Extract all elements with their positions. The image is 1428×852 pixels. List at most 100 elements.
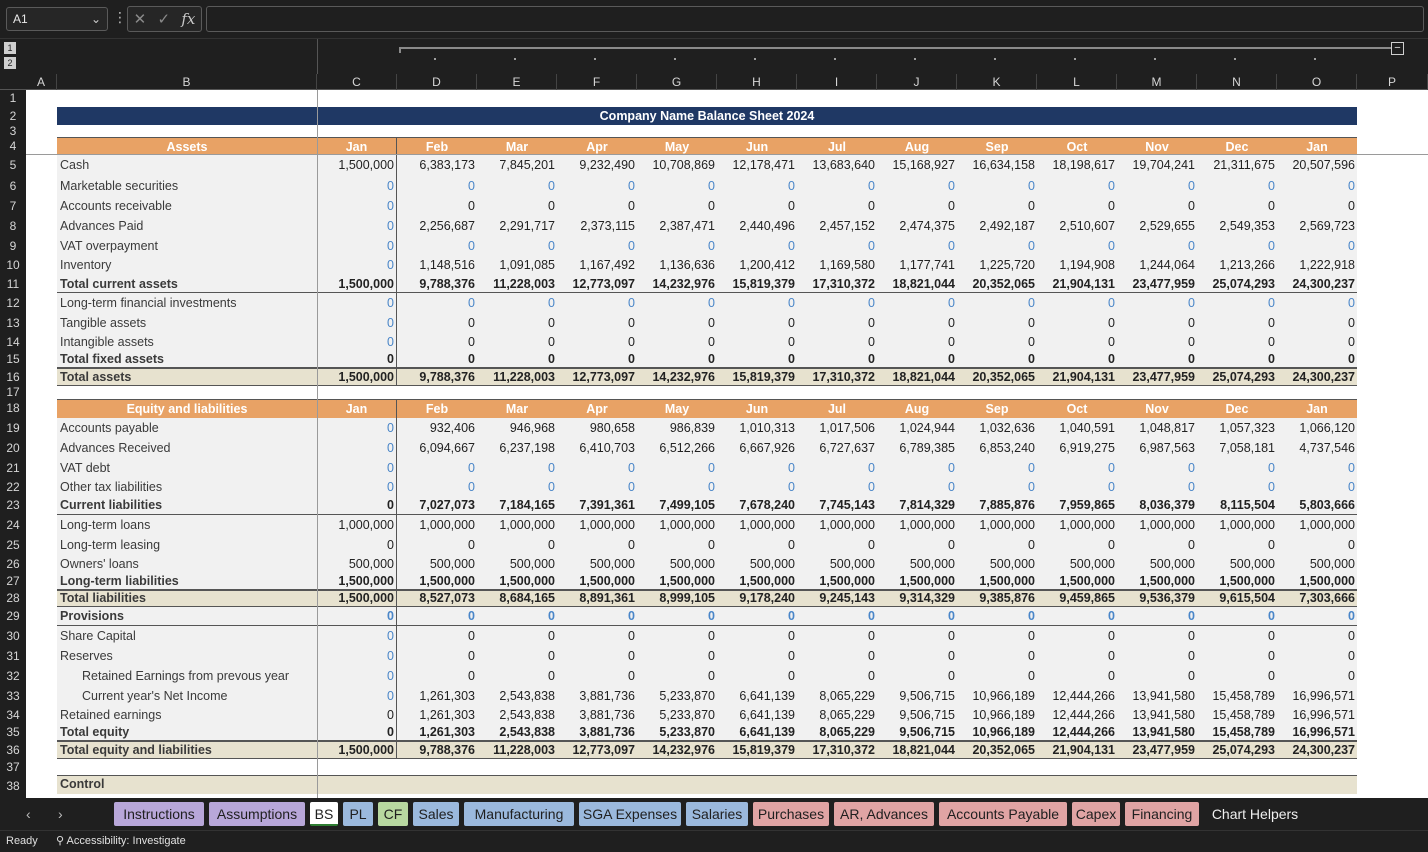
value-cell[interactable]: 0 [1277, 646, 1357, 666]
value-cell[interactable]: 0 [717, 313, 797, 333]
column-header-l[interactable]: L [1037, 74, 1117, 90]
value-cell[interactable]: 6,383,173 [397, 155, 477, 176]
value-cell[interactable]: 1,000,000 [797, 515, 877, 535]
value-cell[interactable]: 8,115,504 [1197, 496, 1277, 515]
value-cell[interactable]: 986,839 [637, 418, 717, 438]
value-cell[interactable]: 6,641,139 [717, 724, 797, 741]
value-cell[interactable]: 0 [397, 196, 477, 216]
value-cell[interactable]: 0 [317, 216, 397, 236]
value-cell[interactable]: 13,941,580 [1117, 706, 1197, 724]
value-cell[interactable]: 0 [1037, 313, 1117, 333]
value-cell[interactable]: 7,845,201 [477, 155, 557, 176]
sheet-tab-sales[interactable]: Sales [413, 802, 459, 826]
column-header-n[interactable]: N [1197, 74, 1277, 90]
row-header[interactable]: 3 [0, 125, 26, 137]
value-cell[interactable]: 0 [397, 236, 477, 256]
value-cell[interactable]: 8,999,105 [637, 590, 717, 607]
value-cell[interactable]: 8,891,361 [557, 590, 637, 607]
value-cell[interactable]: 18,821,044 [877, 741, 957, 759]
row-header[interactable]: 5 [0, 155, 26, 176]
value-cell[interactable]: 0 [1037, 478, 1117, 496]
value-cell[interactable]: 0 [637, 351, 717, 368]
value-cell[interactable]: 0 [477, 351, 557, 368]
value-cell[interactable]: 24,300,237 [1277, 741, 1357, 759]
value-cell[interactable]: 0 [957, 535, 1037, 555]
value-cell[interactable]: 0 [1197, 646, 1277, 666]
value-cell[interactable]: 0 [557, 607, 637, 626]
value-cell[interactable]: 2,387,471 [637, 216, 717, 236]
value-cell[interactable]: 0 [1197, 293, 1277, 313]
value-cell[interactable]: 16,996,571 [1277, 706, 1357, 724]
value-cell[interactable]: 1,010,313 [717, 418, 797, 438]
value-cell[interactable]: 1,177,741 [877, 256, 957, 275]
value-cell[interactable]: 0 [1117, 333, 1197, 351]
value-cell[interactable]: 0 [317, 351, 397, 368]
value-cell[interactable]: 0 [797, 313, 877, 333]
value-cell[interactable]: 5,233,870 [637, 706, 717, 724]
row-header[interactable]: 6 [0, 176, 26, 196]
value-cell[interactable]: 0 [957, 313, 1037, 333]
value-cell[interactable]: 0 [957, 646, 1037, 666]
value-cell[interactable]: 1,500,000 [1037, 573, 1117, 590]
value-cell[interactable]: 0 [717, 333, 797, 351]
value-cell[interactable]: 0 [397, 666, 477, 686]
value-cell[interactable]: 2,457,152 [797, 216, 877, 236]
value-cell[interactable]: 0 [477, 333, 557, 351]
value-cell[interactable]: 1,500,000 [557, 573, 637, 590]
value-cell[interactable]: 6,641,139 [717, 706, 797, 724]
value-cell[interactable]: 6,410,703 [557, 438, 637, 458]
accessibility-status[interactable]: ⚲ Accessibility: Investigate [56, 831, 186, 852]
value-cell[interactable]: 0 [557, 458, 637, 478]
value-cell[interactable]: 0 [877, 333, 957, 351]
value-cell[interactable]: 0 [877, 236, 957, 256]
value-cell[interactable]: 0 [1277, 176, 1357, 196]
value-cell[interactable]: 0 [557, 333, 637, 351]
value-cell[interactable]: 2,529,655 [1117, 216, 1197, 236]
value-cell[interactable]: 0 [797, 666, 877, 686]
value-cell[interactable]: 0 [557, 666, 637, 686]
value-cell[interactable]: 0 [557, 196, 637, 216]
value-cell[interactable]: 0 [797, 293, 877, 313]
value-cell[interactable]: 0 [1277, 236, 1357, 256]
value-cell[interactable]: 1,048,817 [1117, 418, 1197, 438]
value-cell[interactable]: 0 [637, 626, 717, 646]
value-cell[interactable]: 1,500,000 [317, 275, 397, 293]
value-cell[interactable]: 0 [637, 196, 717, 216]
value-cell[interactable]: 1,000,000 [1037, 515, 1117, 535]
value-cell[interactable]: 0 [797, 458, 877, 478]
value-cell[interactable]: 0 [317, 686, 397, 706]
value-cell[interactable]: 0 [1277, 313, 1357, 333]
value-cell[interactable]: 6,641,139 [717, 686, 797, 706]
row-header[interactable]: 14 [0, 333, 26, 351]
value-cell[interactable]: 0 [1117, 535, 1197, 555]
value-cell[interactable]: 7,303,666 [1277, 590, 1357, 607]
value-cell[interactable]: 5,803,666 [1277, 496, 1357, 515]
value-cell[interactable]: 0 [957, 607, 1037, 626]
row-header[interactable]: 16 [0, 368, 26, 386]
value-cell[interactable]: 16,634,158 [957, 155, 1037, 176]
value-cell[interactable]: 0 [1037, 176, 1117, 196]
value-cell[interactable]: 0 [1117, 607, 1197, 626]
value-cell[interactable]: 1,040,591 [1037, 418, 1117, 438]
value-cell[interactable]: 0 [957, 666, 1037, 686]
value-cell[interactable]: 12,178,471 [717, 155, 797, 176]
value-cell[interactable]: 24,300,237 [1277, 275, 1357, 293]
value-cell[interactable]: 500,000 [397, 555, 477, 573]
value-cell[interactable]: 0 [1197, 351, 1277, 368]
value-cell[interactable]: 0 [797, 351, 877, 368]
value-cell[interactable]: 0 [317, 293, 397, 313]
value-cell[interactable]: 500,000 [877, 555, 957, 573]
value-cell[interactable]: 6,853,240 [957, 438, 1037, 458]
value-cell[interactable]: 9,536,379 [1117, 590, 1197, 607]
value-cell[interactable]: 500,000 [557, 555, 637, 573]
value-cell[interactable]: 980,658 [557, 418, 637, 438]
value-cell[interactable]: 0 [957, 351, 1037, 368]
value-cell[interactable]: 15,819,379 [717, 275, 797, 293]
value-cell[interactable]: 10,966,189 [957, 724, 1037, 741]
value-cell[interactable]: 0 [1197, 196, 1277, 216]
value-cell[interactable]: 1,167,492 [557, 256, 637, 275]
value-cell[interactable]: 0 [477, 607, 557, 626]
value-cell[interactable]: 0 [317, 724, 397, 741]
value-cell[interactable]: 0 [1277, 196, 1357, 216]
value-cell[interactable]: 0 [1117, 176, 1197, 196]
